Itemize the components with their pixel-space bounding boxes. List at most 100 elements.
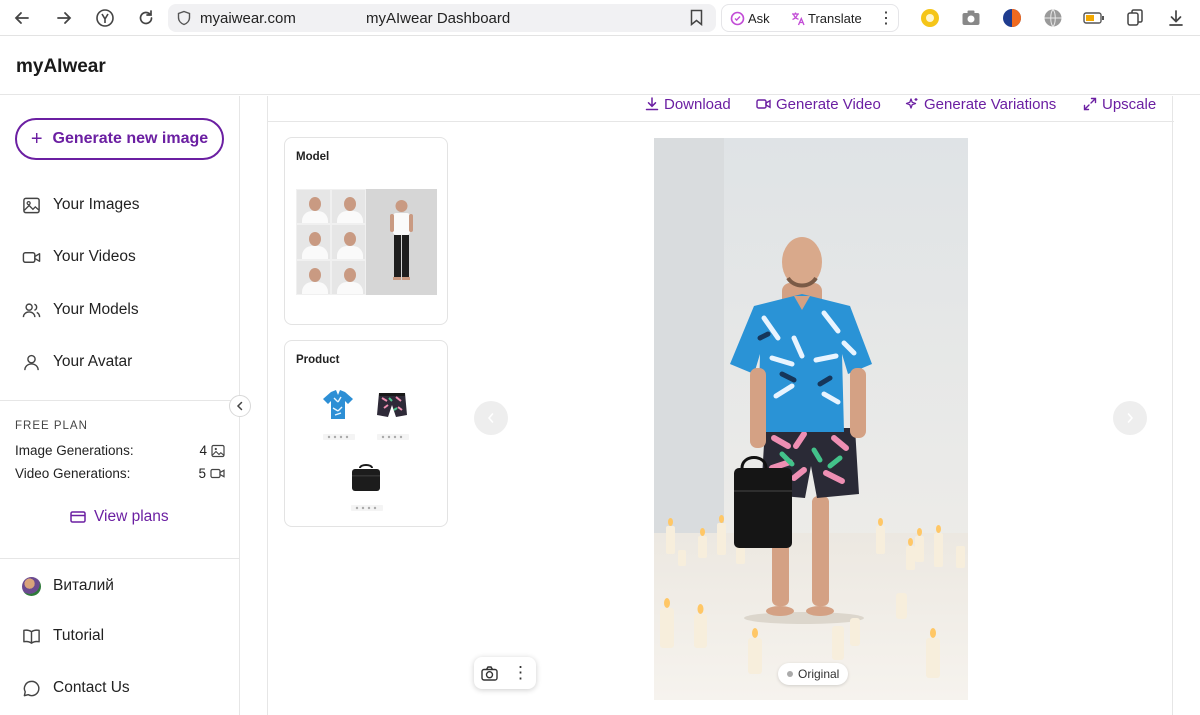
product-shorts-thumbnail bbox=[376, 390, 408, 420]
model-thumbnail bbox=[331, 224, 366, 260]
generate-video-button[interactable]: Generate Video bbox=[756, 95, 881, 113]
sparkles-icon bbox=[905, 98, 918, 109]
app-header: myAIwear bbox=[0, 37, 1200, 95]
sidebar-divider bbox=[0, 558, 240, 559]
upscale-button[interactable]: Upscale bbox=[1083, 95, 1157, 113]
sidebar-item-models[interactable]: Your Models bbox=[22, 297, 139, 323]
sidebar-item-label: Your Videos bbox=[53, 248, 136, 265]
globe-icon[interactable] bbox=[1042, 7, 1064, 29]
expand-icon bbox=[1083, 97, 1097, 111]
avatar bbox=[22, 576, 41, 596]
reload-button[interactable] bbox=[133, 5, 159, 31]
credit-card-icon bbox=[70, 511, 86, 523]
back-button[interactable] bbox=[9, 5, 35, 31]
sidebar-item-user[interactable]: Виталий bbox=[22, 573, 114, 599]
sidebar-item-contact[interactable]: Contact Us bbox=[22, 675, 130, 701]
model-fullbody-thumbnail bbox=[366, 189, 437, 295]
image-generations-label: Image Generations: bbox=[15, 443, 134, 458]
download-button[interactable]: Download bbox=[645, 95, 731, 113]
model-face-grid bbox=[296, 189, 366, 295]
image-generations-value: 4 bbox=[199, 443, 207, 458]
address-bar[interactable]: myaiwear.com myAIwear Dashboard bbox=[168, 4, 716, 32]
sidebar-item-avatar[interactable]: Your Avatar bbox=[22, 349, 132, 375]
brand-logo[interactable]: myAIwear bbox=[16, 56, 106, 78]
chevron-left-icon bbox=[236, 401, 243, 411]
generate-video-label: Generate Video bbox=[776, 95, 881, 113]
video-generations-value: 5 bbox=[198, 466, 206, 481]
model-thumbnail bbox=[296, 224, 331, 260]
more-vertical-icon[interactable]: ⋮ bbox=[878, 8, 894, 28]
shirt-color-swatches bbox=[323, 434, 355, 440]
status-dot bbox=[787, 671, 793, 677]
bookmark-icon[interactable] bbox=[689, 9, 704, 26]
yandex-icon bbox=[96, 9, 114, 27]
generated-image[interactable]: Original bbox=[654, 138, 968, 700]
user-icon bbox=[24, 354, 39, 370]
book-open-icon bbox=[23, 628, 40, 644]
video-small-icon bbox=[210, 468, 225, 479]
product-bag-thumbnail bbox=[349, 461, 383, 493]
view-plans-label: View plans bbox=[94, 508, 169, 525]
tutorial-label: Tutorial bbox=[53, 627, 105, 644]
view-plans-button[interactable]: View plans bbox=[70, 508, 169, 526]
model-card-title: Model bbox=[296, 151, 330, 163]
image-small-icon bbox=[211, 444, 225, 457]
ask-label: Ask bbox=[748, 11, 770, 26]
arrow-right-icon bbox=[57, 12, 72, 24]
users-icon bbox=[22, 302, 41, 317]
video-generations-label: Video Generations: bbox=[15, 466, 131, 481]
more-vertical-icon[interactable]: ⋮ bbox=[512, 663, 529, 683]
image-generations-row: Image Generations: 4 bbox=[15, 443, 225, 458]
sidebar-item-images[interactable]: Your Images bbox=[22, 192, 139, 218]
generate-new-image-button[interactable]: + Generate new image bbox=[15, 118, 224, 160]
user-name: Виталий bbox=[53, 577, 114, 594]
sidebar-item-tutorial[interactable]: Tutorial bbox=[22, 623, 104, 649]
translate-icon bbox=[792, 12, 805, 26]
product-card[interactable]: Product bbox=[284, 340, 448, 527]
extension-coin-icon[interactable] bbox=[919, 7, 941, 29]
forward-button[interactable] bbox=[51, 5, 77, 31]
page-title: myAIwear Dashboard bbox=[366, 10, 511, 27]
sidebar-divider bbox=[0, 400, 240, 401]
generate-variations-label: Generate Variations bbox=[924, 95, 1057, 113]
video-icon bbox=[756, 99, 771, 109]
model-thumbnail bbox=[296, 260, 331, 295]
ask-button[interactable]: Ask bbox=[730, 11, 770, 26]
model-card[interactable]: Model bbox=[284, 137, 448, 325]
collapse-sidebar-button[interactable] bbox=[229, 395, 251, 417]
next-image-button[interactable] bbox=[1113, 401, 1147, 435]
translate-button[interactable]: Translate bbox=[790, 11, 862, 26]
model-thumbnail bbox=[331, 260, 366, 295]
alice-icon bbox=[730, 11, 745, 26]
browser-toolbar: myaiwear.com myAIwear Dashboard Ask Tran… bbox=[0, 0, 1200, 36]
chevron-right-icon bbox=[1127, 413, 1134, 423]
ai-assistant-bar: Ask Translate ⋮ bbox=[721, 4, 899, 32]
upscale-label: Upscale bbox=[1102, 95, 1157, 113]
camera-icon[interactable] bbox=[960, 7, 982, 29]
main-content: Download Generate Video Generate Variati… bbox=[267, 95, 1174, 715]
camera-icon[interactable] bbox=[481, 665, 498, 681]
video-generations-row: Video Generations: 5 bbox=[15, 466, 225, 481]
sidebar-item-videos[interactable]: Your Videos bbox=[22, 244, 136, 270]
url-text: myaiwear.com bbox=[200, 10, 296, 27]
yandex-button[interactable] bbox=[92, 5, 118, 31]
bag-color-swatches bbox=[351, 505, 383, 511]
generated-image-illustration bbox=[654, 138, 968, 700]
generate-new-image-label: Generate new image bbox=[52, 130, 209, 147]
collections-icon[interactable] bbox=[1124, 7, 1146, 29]
original-label: Original bbox=[798, 667, 840, 681]
product-card-title: Product bbox=[296, 354, 340, 366]
battery-icon[interactable] bbox=[1083, 7, 1105, 29]
chevron-left-icon bbox=[487, 413, 494, 423]
sidebar: + Generate new image Your Images Your Vi… bbox=[0, 96, 240, 715]
generate-variations-button[interactable]: Generate Variations bbox=[905, 95, 1057, 113]
original-badge[interactable]: Original bbox=[778, 663, 849, 685]
contact-label: Contact Us bbox=[53, 679, 130, 696]
download-icon[interactable] bbox=[1165, 7, 1187, 29]
shorts-color-swatches bbox=[377, 434, 409, 440]
arrow-left-icon bbox=[14, 12, 29, 24]
download-label: Download bbox=[664, 95, 731, 113]
extension-half-circle-icon[interactable] bbox=[1001, 7, 1023, 29]
sidebar-item-label: Your Models bbox=[53, 301, 139, 318]
previous-image-button[interactable] bbox=[474, 401, 508, 435]
